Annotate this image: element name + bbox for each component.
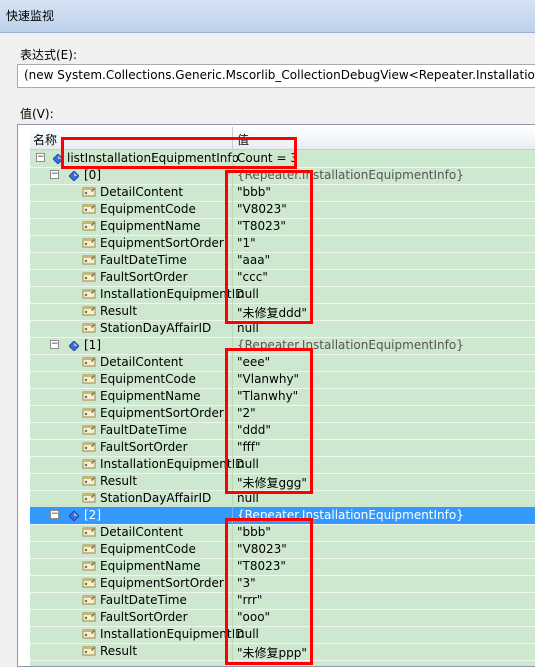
property-icon — [82, 389, 96, 403]
annotation-box-root — [61, 137, 297, 169]
object-icon — [68, 170, 80, 182]
property-name: EquipmentSortOrder — [100, 576, 224, 590]
property-icon — [82, 321, 96, 335]
expand-collapse-toggle[interactable]: − — [50, 510, 59, 519]
property-name: EquipmentCode — [100, 372, 196, 386]
property-icon — [82, 627, 96, 641]
item-index: [1] — [84, 338, 101, 352]
title-bar: 快速监视 — [0, 0, 535, 33]
property-icon — [82, 355, 96, 369]
property-icon — [82, 610, 96, 624]
property-icon — [82, 372, 96, 386]
window-title: 快速监视 — [6, 9, 55, 23]
property-icon — [82, 236, 96, 250]
annotation-box-values-1 — [225, 348, 313, 494]
annotation-box-values-2 — [225, 518, 313, 665]
property-name: Result — [100, 304, 138, 318]
property-name: StationDayAffairID — [100, 321, 212, 335]
property-icon — [82, 576, 96, 590]
property-icon — [82, 644, 96, 658]
property-icon — [82, 270, 96, 284]
property-icon — [82, 542, 96, 556]
property-name: EquipmentName — [100, 559, 201, 573]
property-name: Result — [100, 644, 138, 658]
property-icon — [82, 559, 96, 573]
property-name: EquipmentCode — [100, 202, 196, 216]
property-icon — [82, 253, 96, 267]
property-icon — [82, 457, 96, 471]
object-icon — [68, 340, 80, 352]
property-name: FaultDateTime — [100, 423, 187, 437]
property-name: EquipmentCode — [100, 542, 196, 556]
property-name: Result — [100, 474, 138, 488]
item-index: [0] — [84, 168, 101, 182]
property-name: InstallationEquipmentID — [100, 457, 245, 471]
column-name-header[interactable]: 名称 — [33, 131, 57, 148]
property-icon — [82, 423, 96, 437]
property-icon — [82, 202, 96, 216]
property-name: DetailContent — [100, 525, 184, 539]
expand-collapse-toggle[interactable]: − — [50, 340, 59, 349]
property-name: FaultSortOrder — [100, 440, 188, 454]
expand-collapse-toggle[interactable]: − — [50, 170, 59, 179]
value-label: 值(V): — [20, 107, 54, 121]
property-name: FaultDateTime — [100, 253, 187, 267]
expand-collapse-toggle[interactable]: − — [36, 153, 45, 162]
property-name: EquipmentSortOrder — [100, 236, 224, 250]
property-icon — [82, 491, 96, 505]
property-name: EquipmentSortOrder — [100, 406, 224, 420]
property-name: FaultSortOrder — [100, 270, 188, 284]
property-name: EquipmentName — [100, 219, 201, 233]
property-icon — [82, 525, 96, 539]
property-name: InstallationEquipmentID — [100, 627, 245, 641]
expression-input[interactable]: (new System.Collections.Generic.Mscorlib… — [17, 64, 535, 88]
expression-label: 表达式(E): — [20, 48, 77, 62]
property-icon — [82, 593, 96, 607]
property-icon — [82, 474, 96, 488]
property-name: FaultSortOrder — [100, 610, 188, 624]
property-name: InstallationEquipmentID — [100, 287, 245, 301]
item-index: [2] — [84, 508, 101, 522]
object-icon — [68, 510, 80, 522]
property-icon — [82, 406, 96, 420]
property-name: EquipmentName — [100, 389, 201, 403]
property-icon — [82, 219, 96, 233]
property-name: StationDayAffairID — [100, 491, 212, 505]
property-name: FaultDateTime — [100, 593, 187, 607]
property-icon — [82, 287, 96, 301]
property-name: DetailContent — [100, 355, 184, 369]
property-icon — [82, 440, 96, 454]
annotation-box-values-0 — [225, 170, 313, 324]
property-icon — [82, 185, 96, 199]
property-name: DetailContent — [100, 185, 184, 199]
property-icon — [82, 304, 96, 318]
